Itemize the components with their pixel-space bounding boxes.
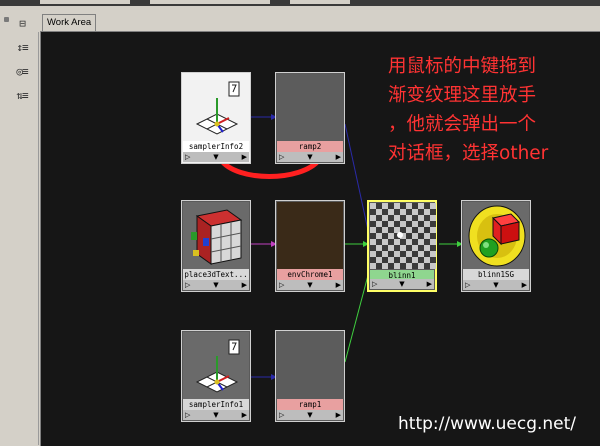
output-port-icon[interactable]: ▶ [242, 410, 247, 420]
output-port-icon[interactable]: ▶ [336, 152, 341, 162]
node-footer: ▷ ▼ ▶ [183, 280, 249, 290]
node-label: samplerInfo2 [183, 141, 249, 152]
node-swatch [183, 332, 249, 399]
output-port-icon[interactable]: ▶ [427, 279, 432, 289]
node-label: samplerInfo1 [183, 399, 249, 410]
node-samplerinfo1[interactable]: samplerInfo1 ▷ ▼ ▶ [181, 330, 251, 422]
grip-icon [4, 17, 9, 22]
instruction-annotation: 用鼠标的中键拖到 渐变纹理这里放手 ，他就会弹出一个 对话框，选择other [388, 52, 588, 168]
output-port-icon[interactable]: ▶ [242, 152, 247, 162]
output-port-icon[interactable]: ▶ [336, 410, 341, 420]
place3d-cube-icon [191, 209, 243, 265]
node-footer: ▷ ▼ ▶ [183, 152, 249, 162]
node-swatch [183, 202, 249, 269]
node-footer: ▷ ▼ ▶ [277, 152, 343, 162]
tool-refresh[interactable]: ◎≡ [12, 62, 32, 80]
expand-icon[interactable]: ▼ [277, 152, 343, 162]
refresh-icon: ◎≡ [16, 64, 28, 78]
shading-group-icon [468, 205, 526, 267]
annotation-line: 用鼠标的中键拖到 [388, 56, 537, 77]
node-footer: ▷ ▼ ▶ [370, 279, 434, 289]
node-swatch [277, 332, 343, 399]
expand-icon[interactable]: ▼ [463, 280, 529, 290]
node-label: envChrome1 [277, 269, 343, 280]
node-blinn1[interactable]: blinn1 ▷ ▼ ▶ [367, 200, 437, 292]
tab-bar: Work Area [38, 6, 600, 32]
node-ramp1[interactable]: ramp1 ▷ ▼ ▶ [275, 330, 345, 422]
output-port-icon[interactable]: ▶ [522, 280, 527, 290]
expand-icon[interactable]: ▼ [183, 280, 249, 290]
expand-icon[interactable]: ▼ [277, 280, 343, 290]
node-place3dtexture[interactable]: place3dText... ▷ ▼ ▶ [181, 200, 251, 292]
left-toolbar: ⊟ ↕≡ ◎≡ ⇅≡ [0, 6, 39, 445]
output-port-icon[interactable]: ▶ [242, 280, 247, 290]
expand-icon[interactable]: ▼ [183, 152, 249, 162]
node-envchrome1[interactable]: envChrome1 ▷ ▼ ▶ [275, 200, 345, 292]
layout-up-icon: ⊟ [19, 16, 26, 30]
annotation-line: 渐变纹理这里放手 [388, 85, 537, 106]
node-footer: ▷ ▼ ▶ [463, 280, 529, 290]
tool-swap[interactable]: ⇅≡ [12, 86, 32, 104]
tab-work-area[interactable]: Work Area [42, 14, 97, 31]
node-swatch [463, 202, 529, 269]
swap-icon: ⇅≡ [16, 88, 28, 102]
node-label: ramp2 [277, 141, 343, 152]
checker-swatch-icon [370, 203, 436, 269]
sampler-info-icon [195, 81, 240, 135]
sort-icon: ↕≡ [16, 40, 28, 54]
node-footer: ▷ ▼ ▶ [277, 410, 343, 420]
tool-layout-up[interactable]: ⊟ [4, 14, 32, 32]
expand-icon[interactable]: ▼ [183, 410, 249, 420]
node-label: place3dText... [183, 269, 249, 280]
node-blinn1sg[interactable]: blinn1SG ▷ ▼ ▶ [461, 200, 531, 292]
expand-icon[interactable]: ▼ [370, 279, 434, 289]
node-label: ramp1 [277, 399, 343, 410]
node-samplerinfo2[interactable]: samplerInfo2 ▷ ▼ ▶ [181, 72, 251, 164]
annotation-line: ，他就会弹出一个 [388, 114, 537, 135]
node-swatch [277, 74, 343, 141]
node-swatch [370, 203, 436, 270]
node-swatch [277, 202, 343, 269]
sampler-info-icon [195, 339, 240, 393]
output-port-icon[interactable]: ▶ [336, 280, 341, 290]
watermark-url: http://www.uecg.net/ [398, 414, 577, 434]
node-label: blinn1SG [463, 269, 529, 280]
node-swatch [183, 74, 249, 141]
expand-icon[interactable]: ▼ [277, 410, 343, 420]
tool-sort[interactable]: ↕≡ [12, 38, 32, 56]
annotation-line: 对话框，选择other [388, 143, 549, 164]
node-footer: ▷ ▼ ▶ [183, 410, 249, 420]
node-ramp2[interactable]: ramp2 ▷ ▼ ▶ [275, 72, 345, 164]
node-footer: ▷ ▼ ▶ [277, 280, 343, 290]
